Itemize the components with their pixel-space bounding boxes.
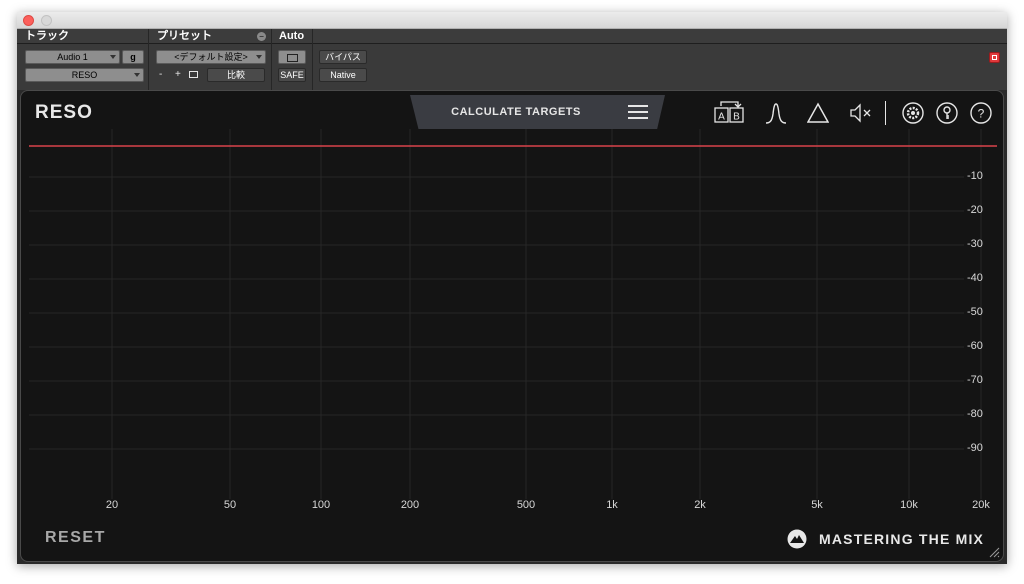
- track-select[interactable]: Audio 1: [25, 50, 120, 64]
- native-label: Native: [330, 70, 356, 80]
- delta-icon[interactable]: [807, 102, 829, 124]
- track-header-label: トラック: [25, 30, 69, 42]
- group-select[interactable]: g: [122, 50, 144, 64]
- divider: [271, 29, 272, 90]
- spectrum-graph[interactable]: [29, 129, 997, 499]
- preset-select[interactable]: <デフォルト設定>: [156, 50, 266, 64]
- reso-plugin-panel: RESO CALCULATE TARGETS A B ? -10 -20 -30…: [20, 90, 1004, 562]
- brand-name: MASTERING THE MIX: [819, 531, 985, 547]
- menu-button[interactable]: [609, 95, 665, 129]
- y-axis-label: -90: [967, 442, 983, 454]
- safe-button[interactable]: SAFE: [278, 68, 306, 82]
- safe-label: SAFE: [280, 70, 304, 80]
- resize-grip-icon[interactable]: [986, 544, 1000, 558]
- x-axis-label: 100: [311, 499, 331, 511]
- y-axis-label: -30: [967, 238, 983, 250]
- divider: [312, 29, 313, 90]
- calculate-targets-button[interactable]: CALCULATE TARGETS: [410, 95, 622, 129]
- preset-header-label: プリセット: [157, 30, 212, 42]
- next-preset-button[interactable]: +: [175, 68, 181, 82]
- plugin-title: RESO: [35, 102, 93, 123]
- divider: [148, 29, 149, 90]
- y-axis-label: -20: [967, 204, 983, 216]
- ab-compare-icon[interactable]: A B: [714, 100, 746, 124]
- x-axis-label: 20k: [972, 499, 990, 511]
- chevron-down-icon: [110, 55, 116, 59]
- help-icon[interactable]: ?: [970, 102, 992, 124]
- bell-filter-icon[interactable]: [765, 102, 787, 124]
- calculate-targets-label: CALCULATE TARGETS: [451, 106, 581, 118]
- minimize-window-button[interactable]: [41, 15, 52, 26]
- x-axis-label: 1k: [606, 499, 618, 511]
- x-axis-label: 20: [105, 499, 119, 511]
- automation-icon: [286, 54, 298, 62]
- bypass-label: バイパス: [325, 52, 361, 62]
- preset-menu-icon[interactable]: −: [257, 32, 266, 41]
- copy-settings-icon[interactable]: [189, 71, 198, 78]
- x-axis-label: 200: [400, 499, 420, 511]
- mute-icon[interactable]: [849, 103, 873, 123]
- preset-name: <デフォルト設定>: [174, 52, 248, 62]
- plugin-window: トラック プリセット − Auto Audio 1 g RESO <デフォルト設…: [17, 12, 1007, 564]
- x-axis-label: 2k: [694, 499, 706, 511]
- chevron-down-icon: [256, 55, 262, 59]
- previous-preset-button[interactable]: -: [159, 68, 162, 82]
- auto-header-label: Auto: [279, 30, 305, 42]
- gear-icon[interactable]: [902, 102, 924, 124]
- y-axis-label: -70: [967, 374, 983, 386]
- title-bar: [17, 12, 1007, 29]
- native-mode-button[interactable]: Native: [319, 68, 367, 82]
- mastering-the-mix-logo-icon: [787, 529, 807, 549]
- close-window-button[interactable]: [23, 15, 34, 26]
- track-name: Audio 1: [57, 52, 88, 62]
- menu-icon: [628, 105, 648, 107]
- compare-button[interactable]: 比較: [207, 68, 265, 82]
- target-record-icon[interactable]: [989, 52, 1000, 63]
- insert-header: トラック プリセット − Auto: [17, 29, 1007, 44]
- y-axis-label: -60: [967, 340, 983, 352]
- y-axis-label: -80: [967, 408, 983, 420]
- reset-button[interactable]: RESET: [45, 529, 106, 547]
- y-axis-label: -40: [967, 272, 983, 284]
- bypass-button[interactable]: バイパス: [319, 50, 367, 64]
- group-name: g: [130, 52, 136, 62]
- x-axis-label: 5k: [811, 499, 823, 511]
- key-icon[interactable]: [936, 102, 958, 124]
- svg-text:?: ?: [978, 107, 985, 121]
- x-axis-label: 500: [516, 499, 536, 511]
- x-axis-label: 10k: [900, 499, 918, 511]
- insert-name: RESO: [71, 70, 98, 80]
- y-axis-label: -10: [967, 170, 983, 182]
- insert-select[interactable]: RESO: [25, 68, 144, 82]
- y-axis-label: -50: [967, 306, 983, 318]
- chevron-down-icon: [134, 73, 140, 77]
- svg-text:B: B: [733, 112, 740, 123]
- svg-text:A: A: [718, 112, 725, 123]
- compare-label: 比較: [226, 70, 245, 80]
- toolbar-divider: [885, 101, 886, 125]
- automation-button[interactable]: [278, 50, 306, 64]
- x-axis-label: 50: [223, 499, 237, 511]
